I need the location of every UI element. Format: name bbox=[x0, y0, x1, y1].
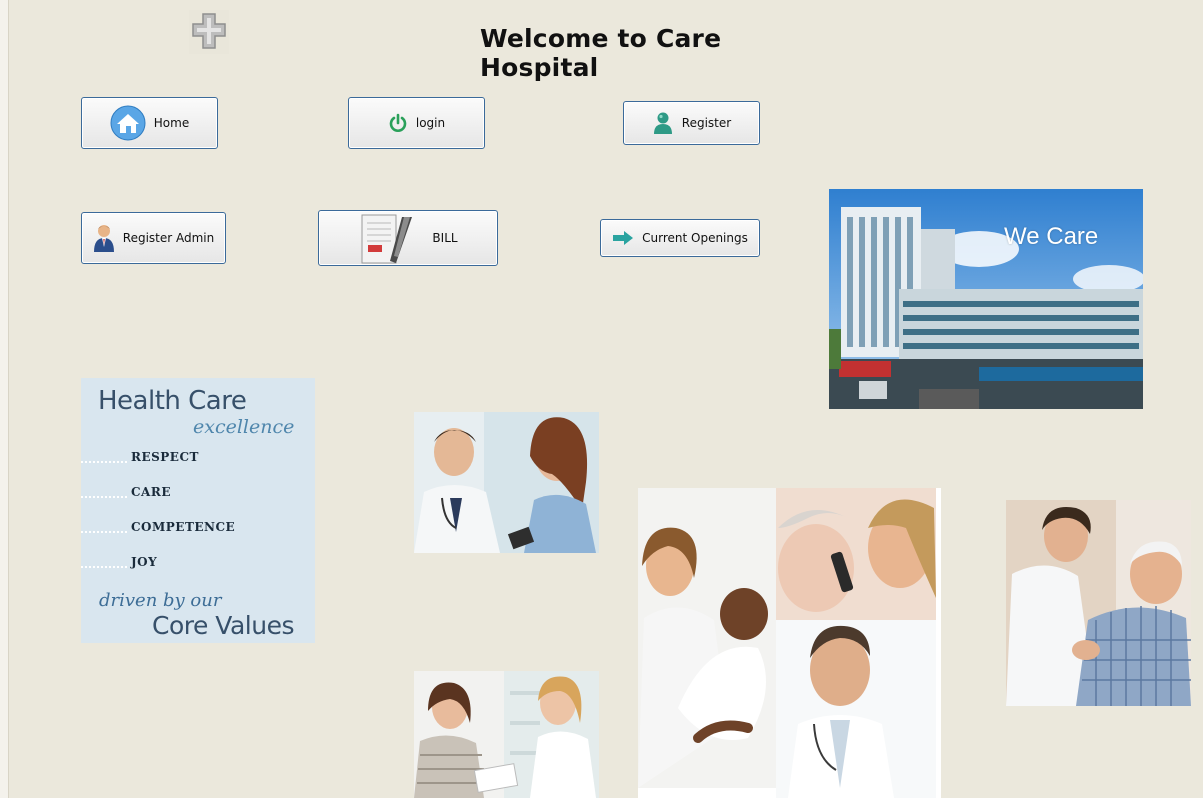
arrow-right-icon bbox=[612, 230, 634, 246]
bill-pen-icon bbox=[358, 211, 418, 265]
login-button[interactable]: login bbox=[348, 97, 485, 149]
core-values-subheading: excellence bbox=[193, 416, 295, 438]
user-icon bbox=[652, 111, 674, 135]
core-value-item: JOY bbox=[81, 555, 301, 569]
hospital-cross-icon bbox=[189, 10, 229, 54]
core-value-item: COMPETENCE bbox=[81, 520, 301, 534]
current-openings-button[interactable]: Current Openings bbox=[600, 219, 760, 257]
login-button-label: login bbox=[415, 116, 446, 130]
home-button-label: Home bbox=[153, 116, 190, 130]
register-admin-button-label: Register Admin bbox=[122, 231, 215, 245]
bill-button-label: BILL bbox=[432, 231, 458, 245]
doctor-elderly-patient-photo bbox=[1006, 500, 1191, 706]
power-icon bbox=[388, 113, 408, 133]
care-collage-photo bbox=[638, 488, 941, 798]
register-button-label: Register bbox=[681, 116, 732, 130]
women-consultation-photo bbox=[414, 671, 599, 798]
register-button[interactable]: Register bbox=[623, 101, 760, 145]
home-icon bbox=[110, 105, 146, 141]
core-values-panel: Health Care excellence RESPECT CARE COMP… bbox=[81, 378, 315, 643]
core-value-item: RESPECT bbox=[81, 450, 301, 464]
core-value-item: CARE bbox=[81, 485, 301, 499]
home-button[interactable]: Home bbox=[81, 97, 218, 149]
core-values-footer: Core Values bbox=[152, 611, 295, 640]
register-admin-button[interactable]: Register Admin bbox=[81, 212, 226, 264]
we-care-banner-image: We Care bbox=[829, 189, 1143, 409]
core-values-heading: Health Care bbox=[98, 386, 247, 416]
bill-button[interactable]: BILL bbox=[318, 210, 498, 266]
current-openings-button-label: Current Openings bbox=[642, 231, 748, 245]
we-care-caption: We Care bbox=[1004, 223, 1099, 250]
doctor-consultation-photo bbox=[414, 412, 599, 553]
admin-user-icon bbox=[93, 223, 115, 253]
page-title: Welcome to Care Hospital bbox=[480, 24, 722, 82]
window-left-edge bbox=[0, 0, 9, 798]
core-values-driven: driven by our bbox=[99, 590, 222, 611]
